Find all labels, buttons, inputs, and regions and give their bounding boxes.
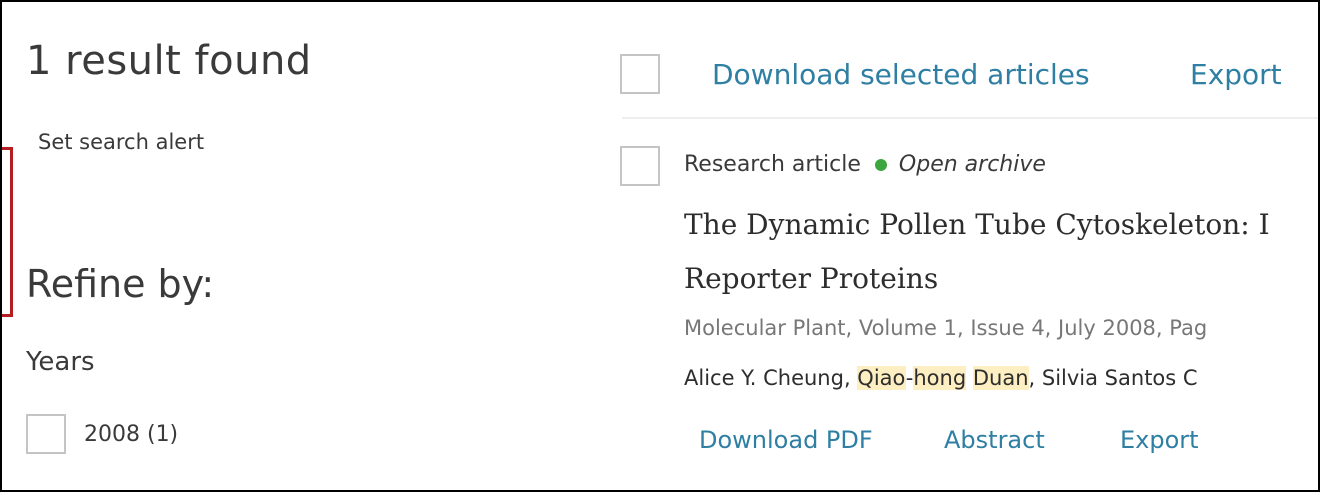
author-1: Alice Y. Cheung, (684, 366, 858, 390)
open-archive-label: Open archive (898, 152, 1046, 177)
article-export-link[interactable]: Export (1120, 426, 1199, 454)
download-selected-articles-link[interactable]: Download selected articles (712, 58, 1090, 91)
author-2-highlight-first: Qiao (857, 366, 906, 390)
search-results-panel: 1 result found Set search alert Refine b… (0, 0, 1320, 492)
years-filter-label: Years (26, 347, 95, 377)
article-source: Molecular Plant, Volume 1, Issue 4, July… (684, 316, 1208, 340)
author-2-highlight-last: Duan (972, 366, 1029, 390)
article-type-row: Research article Open archive (684, 152, 1046, 177)
open-access-dot-icon (874, 158, 887, 171)
article-title-line-1[interactable]: The Dynamic Pollen Tube Cytoskeleton: I (684, 208, 1270, 241)
author-2-space (966, 366, 973, 390)
refine-by-heading: Refine by: (26, 262, 215, 306)
set-search-alert-link[interactable]: Set search alert (38, 130, 204, 154)
article-select-checkbox[interactable] (620, 146, 660, 186)
abstract-link[interactable]: Abstract (944, 426, 1045, 454)
toolbar-divider (622, 117, 1318, 119)
highlight-marker (2, 147, 13, 317)
select-all-checkbox[interactable] (620, 54, 660, 94)
results-count-heading: 1 result found (26, 38, 312, 84)
author-3: , Silvia Santos C (1028, 366, 1198, 390)
year-2008-label[interactable]: 2008 (1) (84, 422, 178, 447)
article-type-label: Research article (684, 152, 861, 177)
author-2-highlight-mid: hong (913, 366, 967, 390)
export-selected-link[interactable]: Export (1190, 58, 1282, 91)
year-2008-checkbox[interactable] (26, 414, 66, 454)
download-pdf-link[interactable]: Download PDF (699, 426, 873, 454)
article-title-line-2[interactable]: Reporter Proteins (684, 262, 938, 295)
article-authors: Alice Y. Cheung, Qiao-hong Duan, Silvia … (684, 366, 1198, 390)
